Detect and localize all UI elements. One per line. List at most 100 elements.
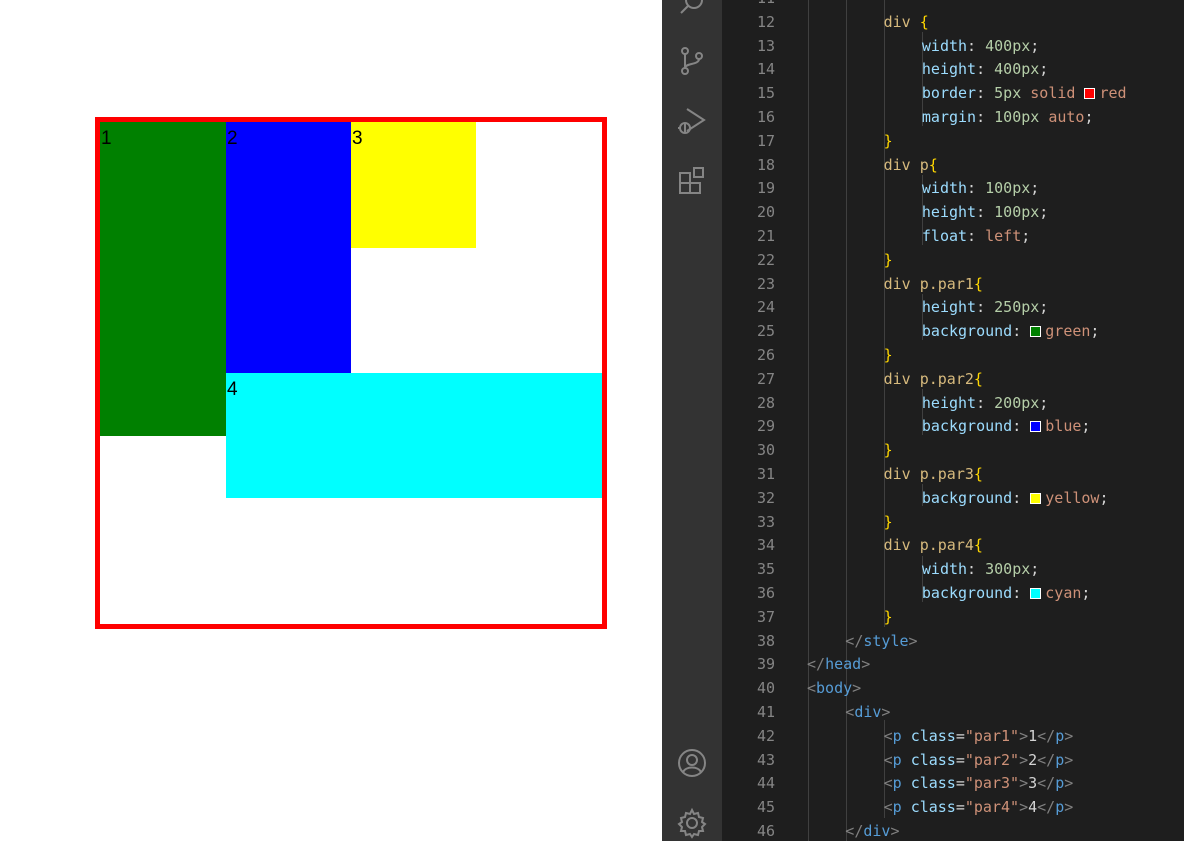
semicolon: ; xyxy=(1090,322,1100,341)
code-line[interactable]: 17} xyxy=(722,129,1184,153)
css-selector: div p xyxy=(883,155,929,174)
code-line[interactable]: 23 div p.par1{ xyxy=(722,272,1184,296)
code-line[interactable]: 39 </head> xyxy=(722,652,1184,676)
code-line[interactable]: 38 </style> xyxy=(722,629,1184,653)
brace: { xyxy=(973,274,983,293)
color-swatch[interactable] xyxy=(1030,421,1042,433)
css-property: background xyxy=(921,322,1013,341)
tag-bracket: </ xyxy=(807,655,826,674)
code-line[interactable]: 28 height: 200px; xyxy=(722,391,1184,415)
line-number: 12 xyxy=(756,12,775,31)
code-line[interactable]: 19 width: 100px; xyxy=(722,176,1184,200)
tag-bracket: > xyxy=(1064,750,1074,769)
code-line[interactable]: 40 <body> xyxy=(722,676,1184,700)
brace: } xyxy=(883,346,893,364)
html-attribute: class xyxy=(910,726,956,745)
code-line[interactable]: 13 width: 400px; xyxy=(722,34,1184,58)
tag-bracket: < xyxy=(883,774,893,793)
code-line[interactable]: 42 <p class="par1">1</p> xyxy=(722,724,1184,748)
code-line[interactable]: 30} xyxy=(722,438,1184,462)
semicolon: ; xyxy=(1039,298,1049,317)
line-number: 44 xyxy=(756,774,775,793)
code-line[interactable]: 14 height: 400px; xyxy=(722,57,1184,81)
code-line[interactable]: 46 </div> xyxy=(722,819,1184,841)
code-line[interactable]: 24 height: 250px; xyxy=(722,295,1184,319)
line-number: 14 xyxy=(756,60,775,79)
text-content: 4 xyxy=(1028,798,1038,817)
account-icon[interactable] xyxy=(675,746,709,780)
code-line[interactable]: 32 background: yellow; xyxy=(722,486,1184,510)
extensions-icon[interactable] xyxy=(675,164,709,198)
semicolon: ; xyxy=(1021,227,1031,245)
code-line[interactable]: 43 <p class="par2">2</p> xyxy=(722,748,1184,772)
semicolon: ; xyxy=(1081,417,1091,436)
code-line[interactable]: 25 background: green; xyxy=(722,319,1184,343)
code-line[interactable]: 41 <div> xyxy=(722,700,1184,724)
code-line[interactable]: 31 div p.par3{ xyxy=(722,462,1184,486)
color-swatch[interactable] xyxy=(1030,588,1042,599)
html-attribute: class xyxy=(910,750,956,769)
code-line[interactable]: 36 background: cyan; xyxy=(722,581,1184,605)
code-line[interactable]: 33} xyxy=(722,510,1184,534)
colon: : xyxy=(1012,584,1022,602)
color-swatch[interactable] xyxy=(1030,326,1042,338)
code-line[interactable]: 20 height: 100px; xyxy=(722,200,1184,224)
css-property: background xyxy=(921,488,1013,507)
css-number: 250px xyxy=(994,298,1040,317)
semicolon: ; xyxy=(1030,36,1040,55)
line-number: 37 xyxy=(756,607,775,626)
css-number: 100px xyxy=(994,108,1040,126)
tag-bracket: > xyxy=(1064,726,1074,745)
tag-bracket: < xyxy=(845,703,855,721)
css-number: 300px xyxy=(985,560,1031,579)
colon: : xyxy=(1012,322,1022,341)
css-value: blue xyxy=(1045,417,1082,436)
color-swatch[interactable] xyxy=(1084,88,1096,100)
code-line[interactable]: 44 <p class="par3">3</p> xyxy=(722,771,1184,795)
semicolon: ; xyxy=(1039,203,1049,222)
code-line[interactable]: 21 float: left; xyxy=(722,224,1184,248)
css-selector: div xyxy=(883,12,911,31)
html-attribute: class xyxy=(910,774,956,793)
text-content: 2 xyxy=(1028,750,1038,769)
search-icon[interactable] xyxy=(675,0,709,20)
code-line[interactable]: 16 margin: 100px auto; xyxy=(722,105,1184,129)
colon: : xyxy=(967,36,977,55)
color-swatch[interactable] xyxy=(1030,492,1042,504)
code-line[interactable]: 26} xyxy=(722,343,1184,367)
code-line[interactable]: 11 xyxy=(722,0,1184,10)
css-property: width xyxy=(921,36,968,55)
source-control-icon[interactable] xyxy=(675,44,709,78)
css-property: height xyxy=(921,60,977,79)
tag-bracket: < xyxy=(883,726,893,745)
code-area[interactable]: 1112div {13width: 400px;14height: 400px;… xyxy=(722,0,1184,841)
settings-gear-icon[interactable] xyxy=(675,806,709,840)
code-line[interactable]: 45 <p class="par4">4</p> xyxy=(722,795,1184,819)
attribute-value: "par3" xyxy=(964,774,1020,793)
equals: = xyxy=(955,774,965,793)
tag-bracket: > xyxy=(881,703,891,721)
code-line[interactable]: 18 div p{ xyxy=(722,153,1184,177)
css-property: background xyxy=(921,417,1013,436)
code-line[interactable]: 34 div p.par4{ xyxy=(722,533,1184,557)
css-selector: div p.par4 xyxy=(883,536,974,555)
code-line[interactable]: 29 background: blue; xyxy=(722,414,1184,438)
run-debug-icon[interactable] xyxy=(675,104,709,138)
attribute-value: "par2" xyxy=(964,750,1020,769)
tag-bracket: </ xyxy=(1037,774,1056,793)
line-number: 34 xyxy=(756,536,775,555)
code-line[interactable]: 35 width: 300px; xyxy=(722,557,1184,581)
code-line[interactable]: 27 div p.par2{ xyxy=(722,367,1184,391)
code-line[interactable]: 22} xyxy=(722,248,1184,272)
css-number: 5px xyxy=(994,84,1022,103)
colon: : xyxy=(967,560,977,579)
brace: { xyxy=(973,465,983,483)
activity-bar xyxy=(662,0,722,841)
line-number: 25 xyxy=(756,322,775,341)
code-line[interactable]: 15 border: 5px solid red xyxy=(722,81,1184,105)
line-number: 26 xyxy=(756,346,775,364)
code-line[interactable]: 37} xyxy=(722,605,1184,629)
code-line[interactable]: 12 div { xyxy=(722,10,1184,34)
colon: : xyxy=(976,393,986,412)
block-par4: 4 xyxy=(226,373,602,498)
